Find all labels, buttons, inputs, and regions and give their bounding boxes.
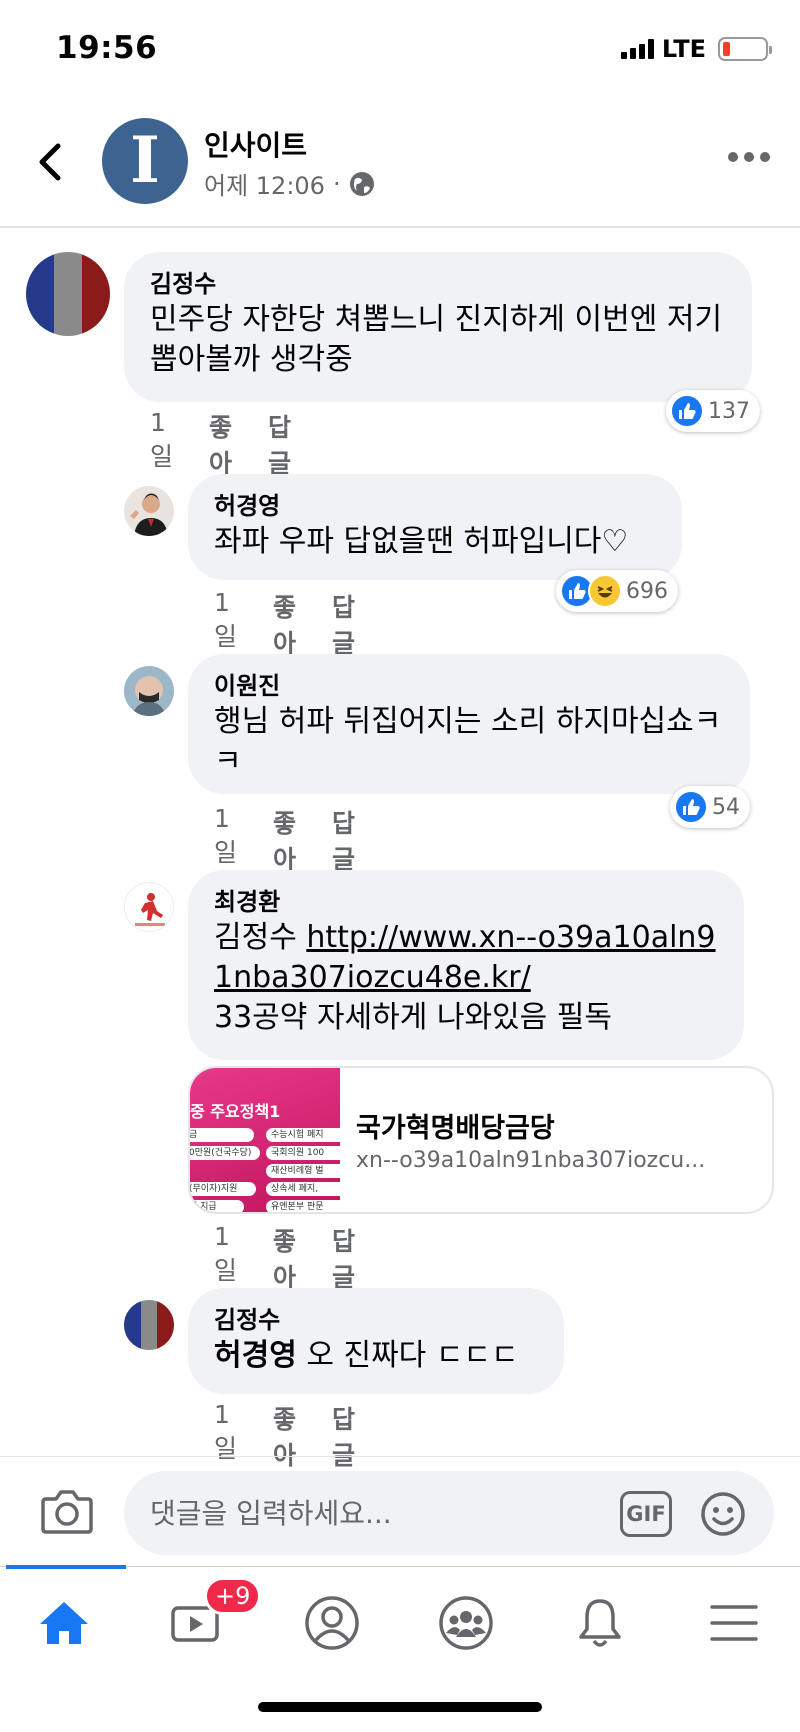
- page-name[interactable]: 인사이트: [204, 124, 307, 164]
- active-tab-indicator: [6, 1565, 126, 1569]
- thumb-item: 수능시험 폐지: [266, 1128, 340, 1142]
- comment-text: 민주당 자한당 쳐뽑느니 진지하게 이번엔 저기 뽑아볼까 생각중: [150, 302, 723, 377]
- comment-text: 행님 허파 뒤집어지는 소리 하지마십쇼ㅋㅋ: [214, 704, 722, 779]
- comment-text: 허경영 오 진짜다 ㄷㄷㄷ: [214, 1336, 538, 1376]
- person-photo-icon: [132, 676, 166, 716]
- tab-groups[interactable]: [426, 1587, 506, 1659]
- tab-home[interactable]: [24, 1587, 104, 1659]
- french-flag-avatar: [26, 252, 110, 336]
- comment-input[interactable]: [124, 1471, 774, 1555]
- like-reaction-icon: [670, 394, 704, 428]
- tab-profile[interactable]: [292, 1587, 372, 1659]
- haha-reaction-icon: [588, 574, 622, 608]
- thumb-heading: 중 주요정책1: [190, 1102, 281, 1121]
- meta-separator: ·: [332, 169, 341, 198]
- video-notification-badge: +9: [204, 1577, 262, 1615]
- reaction-summary[interactable]: 696: [556, 570, 678, 612]
- french-flag-avatar: [124, 1300, 174, 1350]
- comment-text-body: 오 진짜다 ㄷㄷㄷ: [296, 1338, 519, 1373]
- link-preview-title: 국가혁명배당금당: [356, 1113, 555, 1144]
- thumb-item: 원 지급: [190, 1200, 244, 1212]
- home-icon: [40, 1602, 88, 1644]
- comment-bubble: 김정수 허경영 오 진짜다 ㄷㄷㄷ: [188, 1288, 564, 1394]
- comment-text: 좌파 우파 답없을땐 허파입니다♡: [214, 524, 629, 559]
- link-preview-thumbnail: 중 주요정책1 금 수능시험 폐지 0만원(건국수당) 국회의원 100 재산비…: [190, 1068, 340, 1212]
- status-time: 19:56: [56, 30, 158, 66]
- comment-text: 김정수 http://www.xn--o39a10aln91nba307iozc…: [214, 918, 718, 1038]
- avatar[interactable]: [124, 1300, 174, 1350]
- reaction-count: 696: [626, 578, 668, 604]
- thumb-item: 재산비례형 벌: [266, 1164, 340, 1178]
- groups-icon: [439, 1596, 493, 1650]
- comment-author[interactable]: 김정수: [214, 1304, 538, 1336]
- globe-icon: [349, 171, 374, 196]
- status-bar: 19:56 LTE: [0, 0, 800, 100]
- like-reaction-icon: [674, 790, 708, 824]
- thumb-item: (무이자)지원: [190, 1182, 256, 1196]
- profile-icon: [305, 1596, 359, 1650]
- bell-icon: [579, 1599, 621, 1647]
- tab-menu[interactable]: [694, 1587, 774, 1659]
- comment-author[interactable]: 이원진: [214, 670, 724, 702]
- comment-bubble: 이원진 행님 허파 뒤집어지는 소리 하지마십쇼ㅋㅋ: [188, 654, 750, 794]
- party-logo-icon: [135, 893, 165, 926]
- comment-author[interactable]: 허경영: [214, 490, 656, 522]
- reaction-count: 54: [712, 794, 740, 820]
- link-preview-url: xn--o39a10aln91nba307iozcu...: [356, 1148, 706, 1173]
- signal-icon: [620, 39, 654, 59]
- page-avatar[interactable]: I: [102, 118, 188, 204]
- comment-text-suffix: 33공약 자세하게 나와있음 필독: [214, 1000, 612, 1035]
- battery-icon: [718, 37, 772, 61]
- thumb-item: 상속세 폐지,: [266, 1182, 340, 1196]
- thumb-item: 국회의원 100: [266, 1146, 340, 1160]
- link-preview-card[interactable]: 중 주요정책1 금 수능시험 폐지 0만원(건국수당) 국회의원 100 재산비…: [188, 1066, 774, 1214]
- reaction-summary[interactable]: 137: [666, 390, 760, 432]
- page-avatar-letter: I: [130, 123, 160, 198]
- comment-bubble: 김정수 민주당 자한당 쳐뽑느니 진지하게 이번엔 저기 뽑아볼까 생각중: [124, 252, 752, 402]
- tab-notifications[interactable]: [560, 1587, 640, 1659]
- camera-icon[interactable]: [40, 1487, 94, 1535]
- menu-icon: [710, 1605, 758, 1641]
- home-indicator: [258, 1702, 542, 1712]
- status-indicators: LTE: [620, 35, 772, 63]
- post-time: 어제 12:06: [204, 172, 325, 200]
- gif-button[interactable]: GIF: [620, 1491, 672, 1537]
- person-photo-icon: [130, 493, 168, 536]
- comment-author[interactable]: 최경환: [214, 886, 718, 918]
- mention-tag[interactable]: 허경영: [214, 1338, 297, 1373]
- avatar[interactable]: [124, 882, 174, 932]
- comment-author[interactable]: 김정수: [150, 268, 726, 300]
- avatar[interactable]: [124, 666, 174, 716]
- thumb-item: 유엔본부 판문: [266, 1200, 340, 1212]
- post-header: I 인사이트 어제 12:06 ·: [0, 100, 800, 228]
- comment-text-prefix: 김정수: [214, 920, 307, 955]
- comment-bubble: 최경환 김정수 http://www.xn--o39a10aln91nba307…: [188, 870, 744, 1060]
- comment-input-bar: GIF: [0, 1456, 800, 1566]
- post-meta: 어제 12:06 ·: [204, 166, 375, 201]
- more-options-icon[interactable]: [728, 152, 770, 162]
- avatar[interactable]: [124, 486, 174, 536]
- thumb-item: 금: [190, 1128, 254, 1142]
- comment-bubble: 허경영 좌파 우파 답없을땐 허파입니다♡: [188, 474, 682, 580]
- back-arrow-icon[interactable]: [34, 140, 68, 184]
- avatar[interactable]: [26, 252, 110, 336]
- network-label: LTE: [661, 35, 706, 63]
- emoji-icon[interactable]: [700, 1491, 746, 1537]
- thumb-item: 0만원(건국수당): [190, 1146, 260, 1160]
- reaction-summary[interactable]: 54: [670, 786, 750, 828]
- reaction-count: 137: [708, 398, 750, 424]
